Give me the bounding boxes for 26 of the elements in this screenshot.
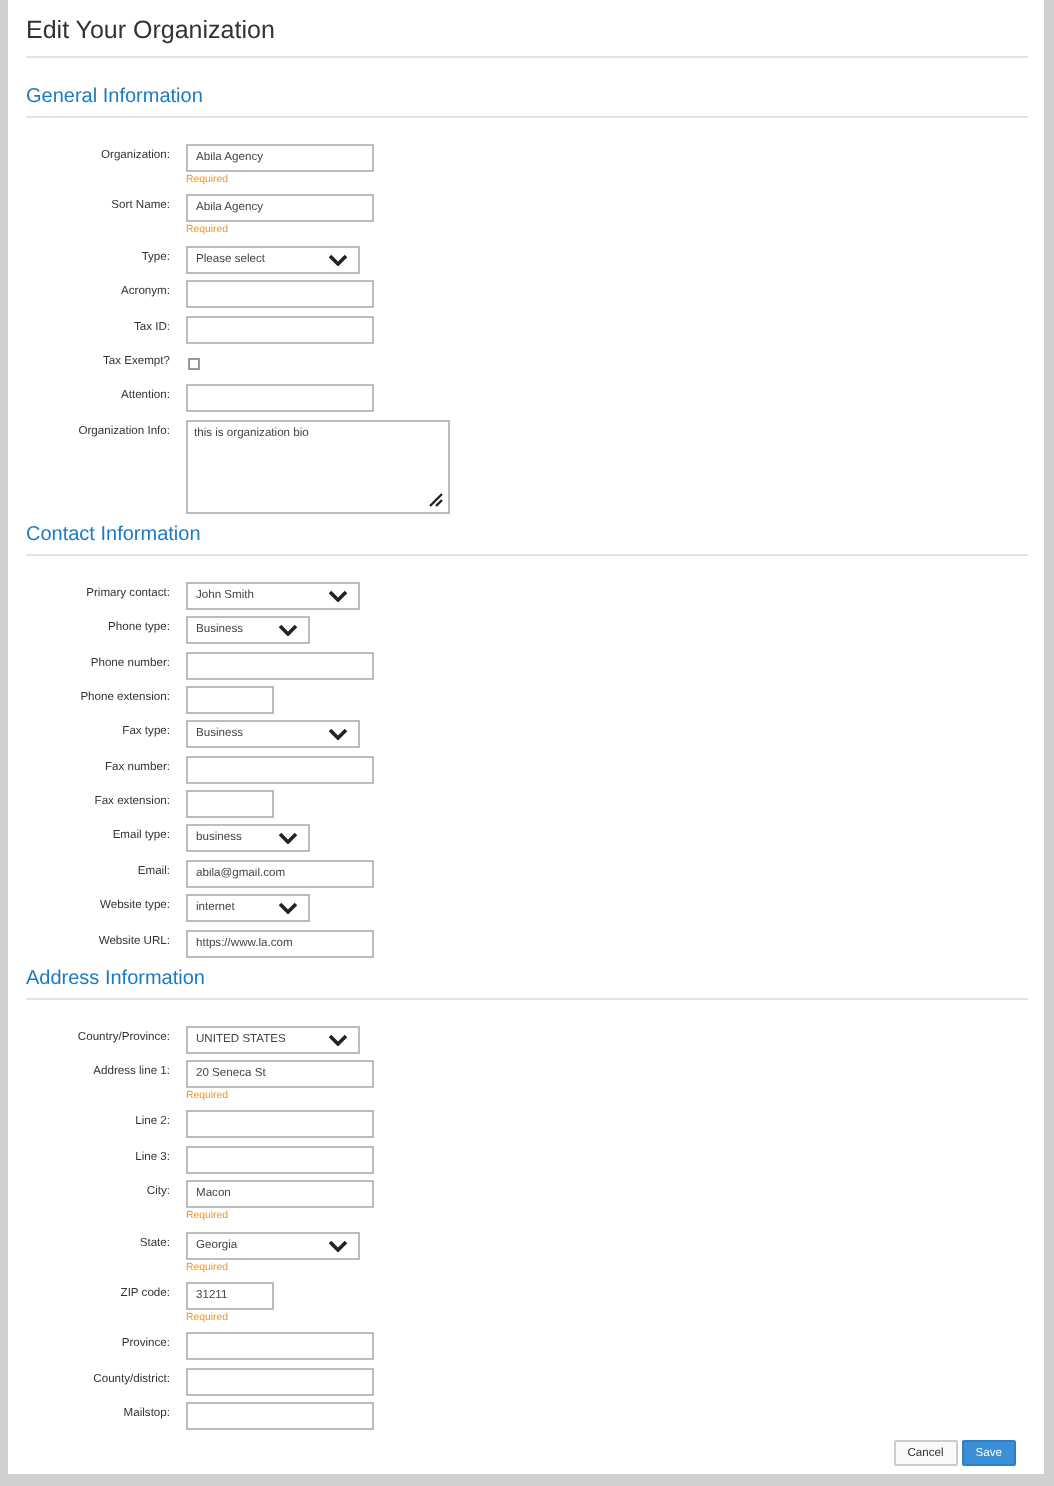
text-field[interactable]: [186, 315, 374, 344]
chevron-down-icon: [328, 728, 348, 741]
resize-handle-icon[interactable]: [428, 491, 444, 508]
checkbox[interactable]: [188, 357, 200, 370]
text-field[interactable]: [186, 384, 374, 413]
text-field[interactable]: [186, 685, 274, 714]
text-field[interactable]: [186, 280, 374, 309]
chevron-down-icon: [328, 589, 348, 602]
chevron-down-icon: [278, 902, 298, 915]
text-field[interactable]: [186, 1332, 374, 1361]
text-field[interactable]: [186, 755, 374, 784]
text-field[interactable]: [186, 651, 374, 680]
text-field[interactable]: [186, 790, 274, 819]
chevron-down-icon: [328, 1239, 348, 1252]
text-field[interactable]: [186, 1110, 374, 1139]
chevron-down-icon: [278, 832, 298, 845]
text-field[interactable]: [186, 1367, 374, 1396]
text-field[interactable]: [186, 1145, 374, 1174]
section-heading: Contact Information: [26, 523, 1028, 556]
chevron-down-icon: [328, 253, 348, 266]
section-heading: General Information: [26, 86, 1028, 118]
text-field[interactable]: [186, 1402, 374, 1431]
page-title: Edit Your Organization: [26, 16, 1028, 58]
section-heading: Address Information: [26, 967, 1028, 1000]
chevron-down-icon: [278, 624, 298, 637]
chevron-down-icon: [328, 1033, 348, 1046]
